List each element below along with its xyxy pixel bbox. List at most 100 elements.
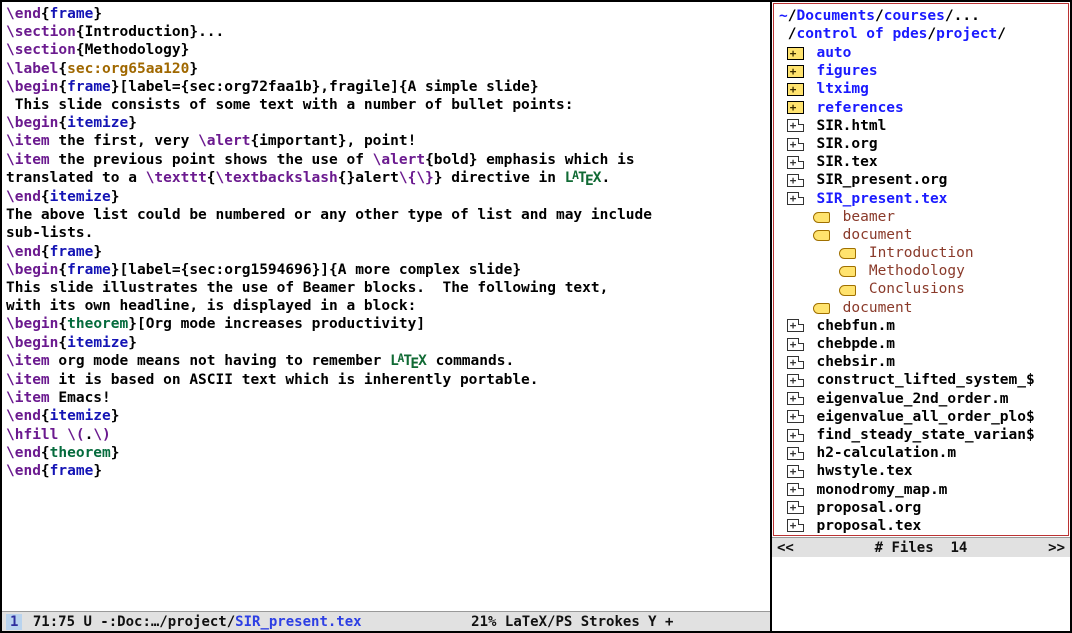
- tree-file[interactable]: construct_lifted_system_$: [778, 371, 1068, 389]
- tree-file[interactable]: chebsir.m: [778, 353, 1068, 371]
- code-line[interactable]: \section{Introduction}...: [6, 23, 766, 41]
- code-line[interactable]: translated to a \texttt{\textbackslash{}…: [6, 169, 766, 188]
- tree-label: hwstyle.tex: [816, 462, 912, 480]
- tree-folder[interactable]: references: [778, 99, 1068, 117]
- tree-file[interactable]: find_steady_state_varian$: [778, 426, 1068, 444]
- tree-label: SIR_present.tex: [816, 190, 947, 208]
- code-line[interactable]: sub-lists.: [6, 224, 766, 242]
- code-line[interactable]: \item the previous point shows the use o…: [6, 151, 766, 169]
- tree-file[interactable]: SIR.org: [778, 135, 1068, 153]
- tree-file[interactable]: hwstyle.tex: [778, 462, 1068, 480]
- tree-outline-item[interactable]: Conclusions: [778, 280, 1068, 298]
- code-line[interactable]: \end{frame}: [6, 5, 766, 23]
- tree-label: Introduction: [869, 244, 974, 262]
- modeline-position: 71:75 U -:Doc:…/project/: [24, 614, 235, 630]
- tree-folder[interactable]: auto: [778, 44, 1068, 62]
- tree-label: ltximg: [816, 80, 868, 98]
- file-icon: [787, 429, 804, 442]
- tree-label: document: [843, 226, 913, 244]
- code-line[interactable]: \end{frame}: [6, 462, 766, 480]
- code-line[interactable]: \end{itemize}: [6, 407, 766, 425]
- tree-file[interactable]: SIR_present.tex: [778, 190, 1068, 208]
- tag-icon: [813, 303, 830, 314]
- tree-outline-item[interactable]: Methodology: [778, 262, 1068, 280]
- tree-outline-item[interactable]: beamer: [778, 208, 1068, 226]
- code-line[interactable]: \begin{itemize}: [6, 114, 766, 132]
- code-line[interactable]: \begin{frame}[label={sec:org72faa1b},fra…: [6, 78, 766, 96]
- tree-file[interactable]: monodromy_map.m: [778, 481, 1068, 499]
- tree-label: h2-calculation.m: [816, 444, 956, 462]
- code-line[interactable]: \item org mode means not having to remem…: [6, 352, 766, 371]
- file-tree-pane: ~/Documents/courses/... /control of pdes…: [772, 0, 1072, 633]
- tree-outline-item[interactable]: document: [778, 299, 1068, 317]
- latex-editor[interactable]: \end{frame}\section{Introduction}...\sec…: [2, 2, 770, 611]
- tree-file[interactable]: eigenvalue_all_order_plo$: [778, 408, 1068, 426]
- tree-folder[interactable]: ltximg: [778, 80, 1068, 98]
- truncation-indicator: $: [1026, 408, 1035, 426]
- tag-icon: [839, 248, 856, 259]
- file-icon: [787, 156, 804, 169]
- modeline-right: << # Files 14 >>: [772, 537, 1070, 557]
- code-line[interactable]: \begin{theorem}[Org mode increases produ…: [6, 315, 766, 333]
- truncation-indicator: $: [1026, 426, 1035, 444]
- tree-label: references: [816, 99, 903, 117]
- file-tree[interactable]: auto figures ltximg references SIR.html …: [774, 44, 1068, 535]
- code-line[interactable]: \item Emacs!: [6, 389, 766, 407]
- tree-file[interactable]: SIR.tex: [778, 153, 1068, 171]
- tree-file[interactable]: eigenvalue_2nd_order.m: [778, 390, 1068, 408]
- truncation-indicator: $: [1026, 371, 1035, 389]
- code-line[interactable]: This slide illustrates the use of Beamer…: [6, 279, 766, 297]
- tree-label: auto: [816, 44, 851, 62]
- folder-icon: [787, 65, 804, 78]
- tag-icon: [839, 285, 856, 296]
- tree-file[interactable]: proposal.org: [778, 499, 1068, 517]
- tree-outline-item[interactable]: document: [778, 226, 1068, 244]
- tag-icon: [813, 230, 830, 241]
- tree-label: document: [843, 299, 913, 317]
- file-icon: [787, 356, 804, 369]
- tag-icon: [839, 266, 856, 277]
- modeline-spacer: [362, 614, 472, 630]
- window-number: 1: [6, 614, 22, 630]
- file-icon: [787, 519, 804, 532]
- tree-label: chebpde.m: [816, 335, 895, 353]
- tree-label: Conclusions: [869, 280, 965, 298]
- file-count: # Files 14: [875, 540, 968, 556]
- scroll-left-indicator[interactable]: <<: [777, 540, 794, 556]
- file-icon: [787, 483, 804, 496]
- scroll-right-indicator[interactable]: >>: [1048, 540, 1065, 556]
- tree-file[interactable]: chebfun.m: [778, 317, 1068, 335]
- code-line[interactable]: \begin{frame}[label={sec:org1594696}]{A …: [6, 261, 766, 279]
- tree-label: Methodology: [869, 262, 965, 280]
- code-line[interactable]: \item the first, very \alert{important},…: [6, 132, 766, 150]
- code-line[interactable]: \begin{itemize}: [6, 334, 766, 352]
- code-line[interactable]: \end{itemize}: [6, 188, 766, 206]
- modeline-filename: SIR_present.tex: [235, 614, 361, 630]
- code-line[interactable]: \label{sec:org65aa120}: [6, 60, 766, 78]
- tree-folder[interactable]: figures: [778, 62, 1068, 80]
- path-seg: Documents: [796, 8, 875, 24]
- code-line[interactable]: \end{frame}: [6, 243, 766, 261]
- code-line[interactable]: The above list could be numbered or any …: [6, 206, 766, 224]
- code-line[interactable]: \hfill \(.\): [6, 426, 766, 444]
- code-line[interactable]: \end{theorem}: [6, 444, 766, 462]
- tree-file[interactable]: proposal.tex: [778, 517, 1068, 535]
- tree-file[interactable]: SIR_present.org: [778, 171, 1068, 189]
- file-icon: [787, 119, 804, 132]
- tree-file[interactable]: chebpde.m: [778, 335, 1068, 353]
- tree-outline-item[interactable]: Introduction: [778, 244, 1068, 262]
- path-seg: control of pdes: [796, 26, 927, 42]
- tree-label: eigenvalue_all_order_plo: [816, 408, 1026, 426]
- code-line[interactable]: \item it is based on ASCII text which is…: [6, 371, 766, 389]
- path-breadcrumb[interactable]: ~/Documents/courses/... /control of pdes…: [774, 4, 1068, 44]
- tree-file[interactable]: SIR.html: [778, 117, 1068, 135]
- file-icon: [787, 392, 804, 405]
- tree-label: proposal.tex: [816, 517, 921, 535]
- code-line[interactable]: This slide consists of some text with a …: [6, 96, 766, 114]
- modeline-left: 1 71:75 U -:Doc:…/project/ SIR_present.t…: [2, 611, 770, 631]
- file-icon: [787, 465, 804, 478]
- path-seg: project: [936, 26, 997, 42]
- code-line[interactable]: with its own headline, is displayed in a…: [6, 297, 766, 315]
- tree-file[interactable]: h2-calculation.m: [778, 444, 1068, 462]
- code-line[interactable]: \section{Methodology}: [6, 41, 766, 59]
